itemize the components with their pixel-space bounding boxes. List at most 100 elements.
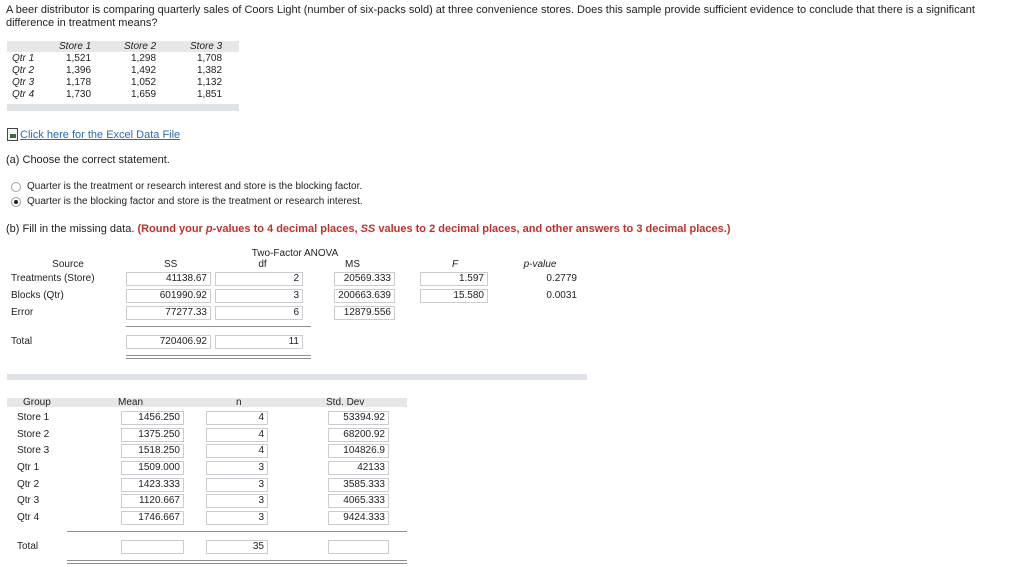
table-cell: 1,708 <box>197 53 223 64</box>
sd-input[interactable]: 68200.92 <box>328 428 389 442</box>
anova-header-f: F <box>451 259 459 270</box>
group-label: Qtr 2 <box>17 479 40 490</box>
table-cell: 1,492 <box>131 65 157 76</box>
radio-button[interactable] <box>11 181 21 192</box>
f-treatments-input[interactable]: 1.597 <box>420 272 488 286</box>
double-rule-top <box>126 355 311 356</box>
mean-input[interactable]: 1120.667 <box>121 494 184 508</box>
mean-input[interactable]: 1509.000 <box>121 461 184 475</box>
ss-blocks-input[interactable]: 601990.92 <box>126 289 211 303</box>
group-total-rule <box>67 531 407 532</box>
table-cell: 1,659 <box>131 89 157 100</box>
ms-error-input[interactable]: 12879.556 <box>334 306 395 320</box>
table-cell: 1,730 <box>66 89 92 100</box>
table-cell: 1,851 <box>197 89 223 100</box>
table-footer-bar <box>7 104 239 111</box>
pvalue-treatments: 0.2779 <box>546 273 577 284</box>
ss-treatments-input[interactable]: 41138.67 <box>126 272 211 286</box>
anova-header-source: Source <box>52 259 84 270</box>
n-input[interactable]: 3 <box>206 461 268 475</box>
excel-link-label: Click here for the Excel Data File <box>20 128 181 141</box>
mean-total-input[interactable] <box>121 540 184 554</box>
option-quarter-treatment[interactable]: Quarter is the treatment or research int… <box>11 181 362 192</box>
group-label: Store 3 <box>17 445 50 456</box>
sd-input[interactable]: 9424.333 <box>328 511 389 525</box>
group-header-n: n <box>236 397 242 408</box>
anova-source-blocks: Blocks (Qtr) <box>11 290 64 301</box>
n-input[interactable]: 4 <box>206 411 268 425</box>
n-input[interactable]: 4 <box>206 444 268 458</box>
n-total-input[interactable]: 35 <box>206 540 268 554</box>
column-header: Store 3 <box>190 41 223 52</box>
option-label: Quarter is the treatment or research int… <box>27 181 363 192</box>
ms-blocks-input[interactable]: 200663.639 <box>334 289 395 303</box>
anova-header-ms: MS <box>345 259 360 270</box>
f-blocks-input[interactable]: 15.580 <box>420 289 488 303</box>
row-label: Qtr 4 <box>12 89 35 100</box>
question-text: A beer distributor is comparing quarterl… <box>6 4 975 29</box>
mean-input[interactable]: 1423.333 <box>121 478 184 492</box>
ss-error-input[interactable]: 77277.33 <box>126 306 211 320</box>
group-label: Store 1 <box>17 412 50 423</box>
df-error-input[interactable]: 6 <box>215 306 303 320</box>
sd-input[interactable]: 3585.333 <box>328 478 389 492</box>
mean-input[interactable]: 1746.667 <box>121 511 184 525</box>
df-total-input[interactable]: 11 <box>215 335 303 349</box>
option-label: Quarter is the blocking factor and store… <box>27 196 363 207</box>
anova-source-error: Error <box>11 307 34 318</box>
rounding-instruction: (Round your p-values to 4 decimal places… <box>137 223 731 235</box>
df-treatments-input[interactable]: 2 <box>215 272 303 286</box>
ms-treatments-input[interactable]: 20569.333 <box>334 272 395 286</box>
group-label: Qtr 4 <box>17 512 40 523</box>
group-label: Qtr 1 <box>17 462 40 473</box>
sales-data-table: Store 1 Store 2 Store 3 Qtr 1 1,521 1,29… <box>7 41 239 111</box>
table-cell: 1,382 <box>197 65 223 76</box>
radio-button-selected[interactable] <box>11 196 21 207</box>
n-input[interactable]: 3 <box>206 478 268 492</box>
table-cell: 1,298 <box>131 53 157 64</box>
ss-total-input[interactable]: 720406.92 <box>126 335 211 349</box>
sd-input[interactable]: 53394.92 <box>328 411 389 425</box>
table-cell: 1,396 <box>66 65 92 76</box>
n-input[interactable]: 3 <box>206 511 268 525</box>
part-b-prompt: (b) Fill in the missing data. (Round you… <box>6 223 730 235</box>
sd-input[interactable]: 42133 <box>328 461 389 475</box>
group-label: Qtr 3 <box>17 495 40 506</box>
table-cell: 1,521 <box>66 53 92 64</box>
mean-input[interactable]: 1456.250 <box>121 411 184 425</box>
excel-data-file-link[interactable]: Click here for the Excel Data File <box>7 128 180 141</box>
anova-header-ss: SS <box>164 259 178 270</box>
pvalue-blocks: 0.0031 <box>546 290 577 301</box>
total-rule <box>126 326 311 327</box>
row-label: Qtr 1 <box>12 53 35 64</box>
table-cell: 1,178 <box>66 77 92 88</box>
column-header: Store 1 <box>59 41 92 52</box>
anova-source-treatments: Treatments (Store) <box>11 273 95 284</box>
part-b-label: (b) Fill in the missing data. <box>6 223 135 235</box>
group-double-rule-top <box>67 560 407 561</box>
row-label: Qtr 2 <box>12 65 35 76</box>
anova-source-total: Total <box>11 336 33 347</box>
mean-input[interactable]: 1375.250 <box>121 428 184 442</box>
df-blocks-input[interactable]: 3 <box>215 289 303 303</box>
anova-header-pvalue: p-value <box>523 259 557 270</box>
group-total-label: Total <box>17 541 39 552</box>
n-input[interactable]: 4 <box>206 428 268 442</box>
n-input[interactable]: 3 <box>206 494 268 508</box>
group-header-sd: Std. Dev <box>326 397 365 408</box>
group-label: Store 2 <box>17 429 50 440</box>
group-header-mean: Mean <box>118 397 144 408</box>
double-rule-bottom <box>126 358 311 359</box>
part-a-prompt: (a) Choose the correct statement. <box>6 154 170 166</box>
option-quarter-blocking[interactable]: Quarter is the blocking factor and store… <box>11 196 363 207</box>
mean-input[interactable]: 1518.250 <box>121 444 184 458</box>
sd-input[interactable]: 104826.9 <box>328 444 389 458</box>
group-double-rule-bottom <box>67 563 407 564</box>
group-header-group: Group <box>23 397 51 408</box>
excel-file-icon <box>7 128 18 141</box>
sd-total-input[interactable] <box>328 540 389 554</box>
sd-input[interactable]: 4065.333 <box>328 494 389 508</box>
table-cell: 1,132 <box>197 77 223 88</box>
column-header: Store 2 <box>124 41 157 52</box>
table-cell: 1,052 <box>131 77 157 88</box>
